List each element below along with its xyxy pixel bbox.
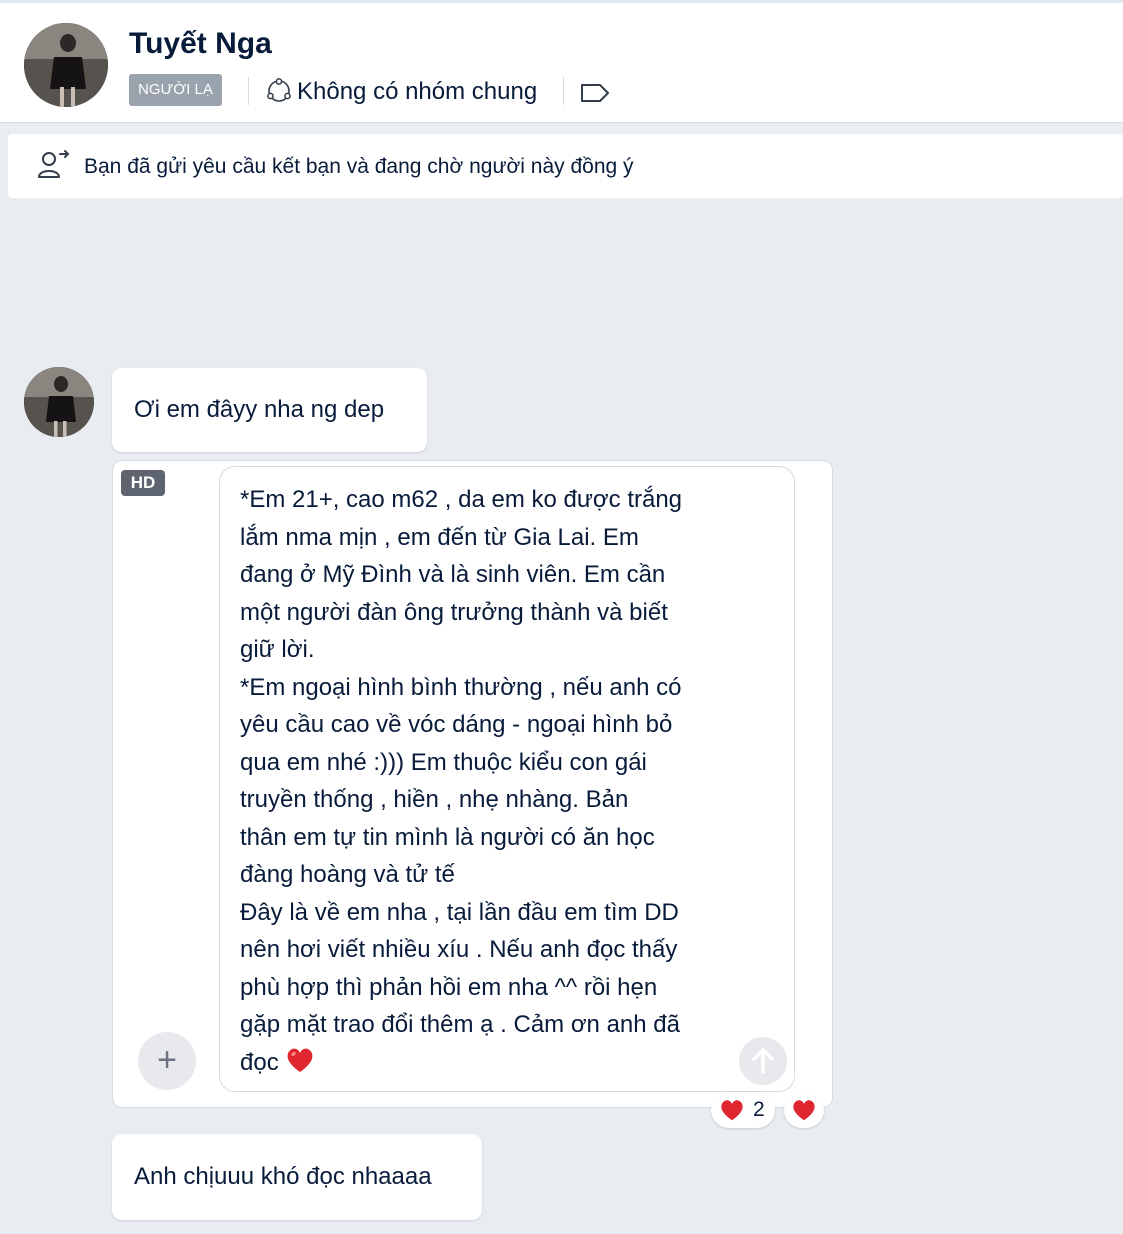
chat-header: Tuyết Nga NGƯỜI LẠ Không có nhóm chung <box>0 3 1123 123</box>
message-text: Anh chịuuu khó đọc nhaaaa <box>134 1163 432 1190</box>
message-line: gặp mặt trao đổi thêm ạ . Cảm ơn anh đã <box>240 1011 680 1038</box>
message-text: Ơi em đâyy nha ng dep <box>134 396 385 423</box>
message-line: yêu cầu cao về vóc dáng - ngoại hình bỏ <box>240 711 673 738</box>
message-line: *Em 21+, cao m62 , da em ko được trắng <box>240 486 683 513</box>
contact-name[interactable]: Tuyết Nga <box>129 27 272 61</box>
sender-avatar[interactable] <box>24 367 94 437</box>
contact-avatar[interactable] <box>24 23 108 107</box>
heart-emoji-icon <box>287 1048 313 1072</box>
message-line: đang ở Mỹ Đình và là sinh viên. Em cần <box>240 561 666 588</box>
reaction-summary[interactable]: 2 <box>711 1092 775 1128</box>
message-line: đàng hoàng và tử tế <box>240 861 455 888</box>
message-line: truyền thống , hiền , nhẹ nhàng. Bản <box>240 786 629 813</box>
add-reaction-plus-button[interactable]: + <box>138 1032 196 1090</box>
message-line: lắm nma mịn , em đến từ Gia Lai. Em <box>240 523 639 551</box>
heart-icon <box>721 1100 743 1121</box>
message-line: phù hợp thì phản hồi em nha ^^ rồi hẹn <box>240 973 658 1001</box>
message-line: giữ lời. <box>240 636 315 663</box>
message-bubble[interactable]: Ơi em đâyy nha ng dep <box>112 368 427 452</box>
message-line: một người đàn ông trưởng thành và biết <box>240 598 668 626</box>
hd-badge: HD <box>121 470 165 496</box>
reaction-count: 2 <box>753 1098 765 1121</box>
divider <box>563 77 564 105</box>
stranger-badge: NGƯỜI LẠ <box>129 74 222 106</box>
group-status[interactable]: Không có nhóm chung <box>297 77 537 107</box>
heart-react-button[interactable] <box>784 1092 824 1128</box>
avatar-photo <box>24 23 108 107</box>
message-line-last: đọc <box>240 1044 740 1082</box>
avatar-photo <box>24 367 94 437</box>
label-tag-icon[interactable] <box>580 83 610 103</box>
scroll-up-button[interactable] <box>739 1037 787 1085</box>
message-bubble-long[interactable]: HD *Em 21+, cao m62 , da em ko được trắn… <box>112 460 833 1108</box>
message-text-block: *Em 21+, cao m62 , da em ko được trắng l… <box>240 481 740 1081</box>
message-bubble[interactable]: Anh chịuuu khó đọc nhaaaa <box>112 1134 482 1220</box>
message-line: đọc <box>240 1048 279 1076</box>
message-line: nên hơi viết nhiều xíu . Nếu anh đọc thấ… <box>240 936 678 963</box>
add-friend-icon <box>38 150 70 178</box>
heart-icon <box>793 1100 815 1121</box>
message-line: Đây là về em nha , tại lần đầu em tìm DD <box>240 898 679 926</box>
notice-text: Bạn đã gửi yêu cầu kết bạn và đang chờ n… <box>84 155 634 178</box>
message-line: thân em tự tin mình là người có ăn học <box>240 823 655 851</box>
message-line: *Em ngoại hình bình thường , nếu anh có <box>240 673 682 701</box>
message-line: qua em nhé :))) Em thuộc kiểu con gái <box>240 748 647 776</box>
text-card: *Em 21+, cao m62 , da em ko được trắng l… <box>219 466 795 1092</box>
friend-request-notice: Bạn đã gửi yêu cầu kết bạn và đang chờ n… <box>8 134 1123 198</box>
divider <box>248 77 249 105</box>
group-icon <box>267 78 291 102</box>
